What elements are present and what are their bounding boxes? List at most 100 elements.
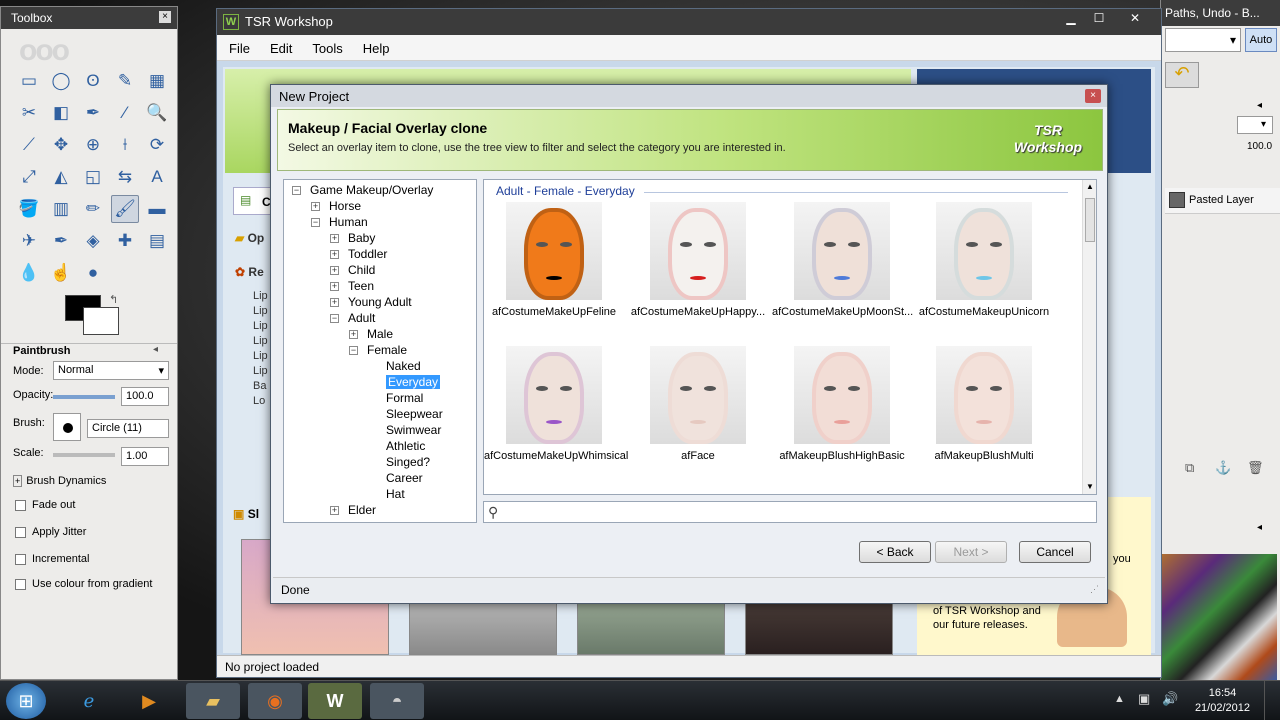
clone-icon[interactable]: ◈ [79, 227, 107, 255]
cancel-button[interactable]: Cancel [1019, 541, 1091, 563]
scale-slider[interactable] [53, 453, 115, 457]
delete-layer-icon[interactable]: 🗑 [1247, 460, 1264, 476]
undo-icon[interactable]: ↶ [1165, 62, 1199, 88]
tree-node[interactable]: Child [348, 262, 375, 278]
tree-node[interactable]: Formal [386, 390, 423, 406]
search-input[interactable]: ⚲ [483, 501, 1097, 523]
checkbox[interactable] [15, 578, 26, 590]
overlay-item[interactable]: afCostumeMakeUpWhimsical [484, 346, 628, 462]
bucket-fill-icon[interactable]: 🪣 [15, 195, 43, 223]
recent-item[interactable]: Lo [253, 394, 268, 409]
tree-node[interactable]: Toddler [348, 246, 387, 262]
tsr-workshop-icon[interactable]: W [308, 683, 362, 719]
tree-node[interactable]: Teen [348, 278, 374, 294]
tree-node[interactable]: Young Adult [348, 294, 412, 310]
show-desktop-button[interactable] [1264, 681, 1280, 720]
crop-icon[interactable]: ⟊ [111, 131, 139, 159]
scroll-up-icon[interactable]: ▲ [1086, 182, 1094, 191]
text-icon[interactable]: A [143, 163, 171, 191]
expand-icon[interactable]: + [330, 266, 339, 275]
expand-icon[interactable]: + [311, 202, 320, 211]
layer-row[interactable]: Pasted Layer [1165, 188, 1280, 214]
measure-icon[interactable]: ⟋ [15, 131, 43, 159]
minimize-icon[interactable]: ▁ [1057, 9, 1085, 27]
overlay-item[interactable]: afCostumeMakeupUnicorn [914, 202, 1054, 318]
color-select-icon[interactable]: ▦ [143, 67, 171, 95]
tree-node[interactable]: Everyday [386, 374, 441, 390]
checkbox-fade-out[interactable]: Fade out [15, 499, 75, 511]
tree-node[interactable]: Swimwear [386, 422, 441, 438]
paintbrush-icon[interactable]: 🖌 [111, 195, 139, 223]
recent-item[interactable]: Lip [253, 349, 268, 364]
gimp-icon[interactable]: ◓ [370, 683, 424, 719]
background-color-swatch[interactable] [83, 307, 119, 335]
gallery-scrollbar[interactable]: ▲ ▼ [1082, 180, 1096, 494]
anchor-icon[interactable]: ⚓ [1215, 460, 1231, 476]
explorer-icon[interactable]: ℯ [62, 683, 116, 719]
heal-icon[interactable]: ✚ [111, 227, 139, 255]
expand-icon[interactable]: + [330, 250, 339, 259]
perspective-icon[interactable]: ◱ [79, 163, 107, 191]
smudge-icon[interactable]: ☝ [47, 259, 75, 287]
volume-icon[interactable]: 🔊 [1162, 691, 1178, 707]
rotate-icon[interactable]: ⟳ [143, 131, 171, 159]
menu-help[interactable]: Help [351, 35, 398, 56]
close-icon[interactable]: × [159, 11, 171, 23]
tree-node[interactable]: Human [329, 214, 368, 230]
airbrush-icon[interactable]: ✈ [15, 227, 43, 255]
folder-icon[interactable]: ▰ [186, 683, 240, 719]
recent-item[interactable]: Lip [253, 289, 268, 304]
checkbox-apply-jitter[interactable]: Apply Jitter [15, 526, 86, 538]
tree-node[interactable]: Elder [348, 502, 376, 518]
collapse-icon[interactable]: − [349, 346, 358, 355]
zoom-icon[interactable]: 🔍 [143, 99, 171, 127]
shear-icon[interactable]: ◭ [47, 163, 75, 191]
brush-preview[interactable] [53, 413, 81, 441]
checkbox[interactable] [15, 553, 26, 565]
menu-edit[interactable]: Edit [258, 35, 300, 56]
tree-node[interactable]: Male [367, 326, 393, 342]
overlay-item[interactable]: afCostumeMakeUpFeline [484, 202, 624, 318]
move-icon[interactable]: ✥ [47, 131, 75, 159]
align-icon[interactable]: ⊕ [79, 131, 107, 159]
eraser-icon[interactable]: ▬ [143, 195, 171, 223]
menu-file[interactable]: File [217, 35, 258, 56]
overlay-item[interactable]: afMakeupBlushMulti [914, 346, 1054, 462]
overlay-item[interactable]: afFace [628, 346, 768, 462]
recent-item[interactable]: Lip [253, 319, 268, 334]
tree-node[interactable]: Career [386, 470, 423, 486]
open-link[interactable]: ▰ Op [235, 231, 264, 245]
swap-colors-icon[interactable]: ↰ [109, 293, 118, 306]
panel-menu-icon[interactable]: ◂ [1257, 522, 1262, 533]
panel-menu-icon[interactable]: ◂ [153, 344, 158, 355]
checkbox-incremental[interactable]: Incremental [15, 553, 89, 565]
tree-node[interactable]: Adult [348, 310, 375, 326]
mode-select[interactable]: ▾ [1237, 116, 1273, 134]
overlay-item[interactable]: afMakeupBlushHighBasic [772, 346, 912, 462]
fuzzy-select-icon[interactable]: ✎ [111, 67, 139, 95]
recent-item[interactable]: Lip [253, 334, 268, 349]
scissors-icon[interactable]: ✂ [15, 99, 43, 127]
color-picker-icon[interactable]: ⁄ [111, 99, 139, 127]
media-player-icon[interactable]: ▶ [122, 683, 176, 719]
firefox-icon[interactable]: ◉ [248, 683, 302, 719]
expand-icon[interactable]: + [349, 330, 358, 339]
tree-node[interactable]: Female [367, 342, 407, 358]
opacity-field[interactable]: 100.0 [121, 387, 169, 406]
expand-icon[interactable]: + [330, 234, 339, 243]
tree-node[interactable]: Singed? [386, 454, 430, 470]
expand-icon[interactable]: + [330, 282, 339, 291]
collapse-icon[interactable]: − [292, 186, 301, 195]
blend-icon[interactable]: ▥ [47, 195, 75, 223]
perspective-clone-icon[interactable]: ▤ [143, 227, 171, 255]
rect-select-icon[interactable]: ▭ [15, 67, 43, 95]
tree-node[interactable]: Hat [386, 486, 405, 502]
blur-icon[interactable]: 💧 [15, 259, 43, 287]
maximize-icon[interactable]: ☐ [1085, 9, 1113, 27]
recent-item[interactable]: Ba [253, 379, 268, 394]
start-button[interactable]: ⊞ [6, 683, 46, 719]
resize-grip-icon[interactable]: ⋰ [1090, 584, 1099, 595]
scale-field[interactable]: 1.00 [121, 447, 169, 466]
lasso-icon[interactable]: ʘ [79, 67, 107, 95]
brush-dynamics-expander[interactable]: + Brush Dynamics [13, 475, 106, 487]
